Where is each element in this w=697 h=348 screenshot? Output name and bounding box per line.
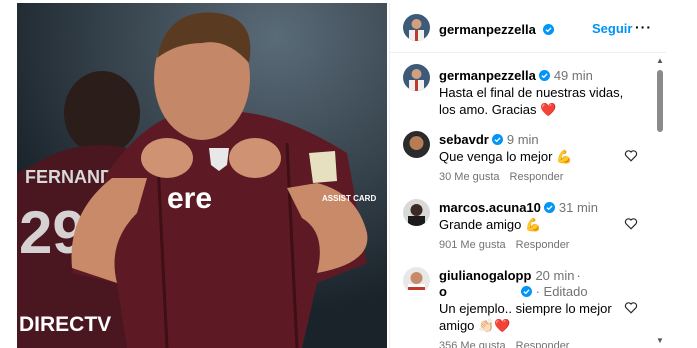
follow-button[interactable]: Seguir bbox=[592, 21, 632, 36]
comments-scrollbar[interactable]: ▲ ▼ bbox=[654, 54, 666, 348]
verified-badge-icon bbox=[543, 202, 555, 213]
reply-button[interactable]: Responder bbox=[516, 239, 570, 251]
comment-avatar[interactable] bbox=[403, 267, 430, 294]
comment-meta: 30 Me gusta Responder bbox=[439, 171, 573, 183]
reply-button[interactable]: Responder bbox=[516, 340, 570, 348]
verified-badge-icon bbox=[520, 286, 532, 297]
comment-text: Que venga lo mejor 💪 bbox=[439, 149, 573, 164]
post-side-panel: germanpezzella Seguir ··· germanpezzella… bbox=[389, 3, 666, 348]
author-username-row[interactable]: germanpezzella bbox=[439, 21, 555, 39]
comment-likes[interactable]: 356 Me gusta bbox=[439, 340, 506, 348]
comment-avatar[interactable] bbox=[403, 199, 430, 226]
verified-badge-icon bbox=[538, 70, 550, 81]
author-avatar[interactable] bbox=[403, 14, 430, 41]
comment-text: Grande amigo 💪 bbox=[439, 217, 542, 232]
author-username[interactable]: germanpezzella bbox=[439, 22, 536, 37]
comment-likes[interactable]: 30 Me gusta bbox=[439, 171, 500, 183]
comment-header: sebavdr 9 min bbox=[439, 132, 539, 147]
comment-username-continued[interactable]: o bbox=[439, 284, 447, 299]
scrollbar-thumb[interactable] bbox=[657, 70, 663, 132]
sleeve-text: ASSIST CARD bbox=[322, 194, 376, 203]
post-header: germanpezzella Seguir ··· bbox=[390, 3, 666, 53]
scroll-up-arrow-icon[interactable]: ▲ bbox=[656, 56, 664, 65]
comment-text: Un ejemplo.. siempre lo mejor amigo 👏🏻❤️ bbox=[439, 301, 612, 333]
comment-time: 9 min bbox=[506, 132, 539, 147]
comments-list: germanpezzella 49 min Hasta el final de n… bbox=[390, 54, 652, 348]
comment-likes[interactable]: 901 Me gusta bbox=[439, 239, 506, 251]
like-heart-icon[interactable] bbox=[624, 217, 638, 230]
like-heart-icon[interactable] bbox=[624, 301, 638, 314]
jersey-sponsor-text: ere bbox=[167, 182, 212, 215]
comment-header-line2: o · Editado bbox=[439, 284, 588, 299]
comment-time: 20 min bbox=[535, 268, 575, 283]
scroll-down-arrow-icon[interactable]: ▼ bbox=[656, 336, 664, 345]
like-heart-icon[interactable] bbox=[624, 149, 638, 162]
caption-username[interactable]: germanpezzella bbox=[439, 68, 536, 83]
comment-meta: 901 Me gusta Responder bbox=[439, 239, 579, 251]
comment-username[interactable]: giulianogalopp bbox=[439, 268, 531, 283]
comment-time: 31 min bbox=[558, 200, 598, 215]
verified-badge-icon bbox=[491, 134, 503, 145]
comment-username[interactable]: sebavdr bbox=[439, 132, 489, 147]
comment-username[interactable]: marcos.acuna10 bbox=[439, 200, 541, 215]
caption-time: 49 min bbox=[553, 68, 593, 83]
ad-text: DIRECTV bbox=[19, 313, 111, 336]
player-photo-illustration: FERNANDE 29 DIRECTV ere ASSIST CARD bbox=[17, 3, 387, 348]
post-photo: FERNANDE 29 DIRECTV ere ASSIST CARD bbox=[17, 3, 387, 348]
caption-header: germanpezzella 49 min bbox=[439, 68, 593, 83]
comment-edited: · Editado bbox=[535, 284, 588, 299]
comment-meta: 356 Me gusta Responder bbox=[439, 340, 579, 348]
caption-text: Hasta el final de nuestras vidas, los am… bbox=[439, 85, 624, 117]
comment-header: marcos.acuna10 31 min bbox=[439, 200, 598, 215]
caption-avatar[interactable] bbox=[403, 64, 430, 91]
comment-avatar[interactable] bbox=[403, 131, 430, 158]
comment-header: giulianogalopp 20 min · bbox=[439, 268, 581, 283]
reply-button[interactable]: Responder bbox=[510, 171, 564, 183]
verified-badge-icon bbox=[543, 24, 555, 35]
more-options-icon[interactable]: ··· bbox=[635, 19, 652, 35]
